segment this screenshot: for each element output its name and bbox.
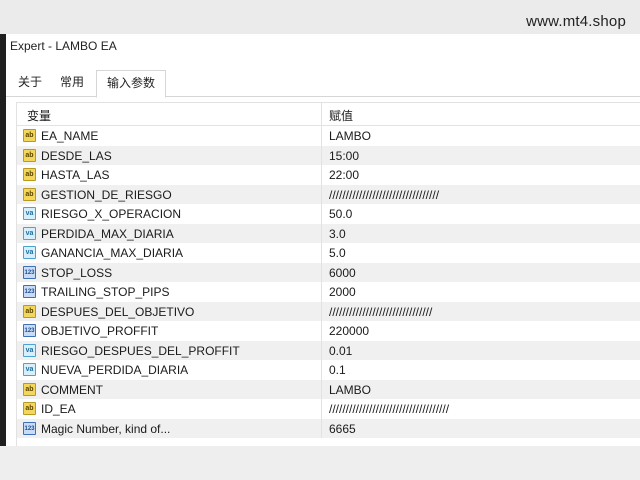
expert-dialog: Expert - LAMBO EA 关于 常用 输入参数 变量 赋值 ab EA_…	[6, 34, 640, 480]
table-row[interactable]: 123 TRAILING_STOP_PIPS 2000	[17, 282, 640, 302]
table-row[interactable]: 123 OBJETIVO_PROFFIT 220000	[17, 321, 640, 341]
cell-divider	[321, 399, 322, 419]
table-row[interactable]: ab DESDE_LAS 15:00	[17, 145, 640, 165]
parameter-name: TRAILING_STOP_PIPS	[41, 285, 170, 299]
table-row[interactable]: ab DESPUES_DEL_OBJETIVO //////////////////…	[17, 301, 640, 321]
table-body: ab EA_NAME LAMBO ab DESDE_LAS 15:00 ab HASTA_LA…	[17, 126, 640, 438]
cell-divider	[321, 243, 322, 263]
table-row[interactable]: 123 STOP_LOSS 6000	[17, 262, 640, 282]
parameter-name: ID_EA	[41, 402, 76, 416]
parameter-value[interactable]: 50.0	[329, 207, 352, 221]
string-param-icon: ab	[23, 304, 36, 318]
cell-divider	[321, 223, 322, 243]
table-row[interactable]: va GANANCIA_MAX_DIARIA 5.0	[17, 243, 640, 263]
string-param-icon: ab	[23, 148, 36, 162]
parameter-value[interactable]: 6000	[329, 266, 356, 280]
cell-divider	[321, 184, 322, 204]
double-param-icon: va	[23, 363, 36, 376]
cell-divider	[321, 379, 322, 399]
double-param-icon: va	[23, 207, 36, 220]
cell-divider	[321, 340, 322, 360]
cell-divider	[321, 360, 322, 380]
parameter-value[interactable]: ////////////////////////////////////	[329, 402, 449, 416]
string-param-icon: ab	[23, 168, 36, 181]
cell-divider	[321, 301, 322, 321]
double-param-icon: va	[23, 343, 36, 357]
cell-divider	[321, 204, 322, 224]
cell-divider	[321, 418, 322, 438]
integer-param-icon: 123	[23, 324, 36, 337]
parameter-name: GANANCIA_MAX_DIARIA	[41, 246, 184, 260]
parameter-value[interactable]: 5.0	[329, 246, 346, 260]
string-param-icon: ab	[23, 402, 36, 415]
parameter-name: DESPUES_DEL_OBJETIVO	[41, 304, 195, 319]
cell-divider	[321, 145, 322, 165]
parameter-name: PERDIDA_MAX_DIARIA	[41, 226, 174, 241]
parameter-name: NUEVA_PERDIDA_DIARIA	[41, 363, 189, 377]
column-header-variable[interactable]: 变量	[27, 107, 51, 124]
cell-divider	[321, 282, 322, 302]
table-row[interactable]: ab ID_EA /////////////////////////////////…	[17, 399, 640, 419]
parameter-value[interactable]: 6665	[329, 422, 356, 436]
column-divider[interactable]	[321, 103, 322, 125]
tab-common[interactable]: 常用	[50, 70, 94, 95]
parameter-name: EA_NAME	[41, 129, 99, 143]
parameters-table: 变量 赋值 ab EA_NAME LAMBO ab DESDE_LAS 15:00 ab HA…	[16, 102, 640, 478]
parameter-value[interactable]: 15:00	[329, 149, 359, 163]
table-row[interactable]: va PERDIDA_MAX_DIARIA 3.0	[17, 223, 640, 243]
parameter-value[interactable]: 22:00	[329, 168, 359, 182]
parameter-value[interactable]: 220000	[329, 324, 369, 338]
parameter-name: COMMENT	[41, 382, 103, 397]
integer-param-icon: 123	[23, 265, 36, 279]
parameter-value[interactable]: 2000	[329, 285, 356, 299]
string-param-icon: ab	[23, 382, 36, 396]
cell-divider	[321, 126, 322, 146]
parameter-name: OBJETIVO_PROFFIT	[41, 324, 159, 338]
parameter-name: RIESGO_X_OPERACION	[41, 207, 182, 221]
parameter-value[interactable]: 0.01	[329, 344, 352, 358]
table-row[interactable]: va RIESGO_X_OPERACION 50.0	[17, 204, 640, 224]
table-header: 变量 赋值	[17, 103, 640, 126]
parameter-value[interactable]: ///////////////////////////////	[329, 305, 432, 319]
double-param-icon: va	[23, 246, 36, 259]
table-row[interactable]: ab EA_NAME LAMBO	[17, 126, 640, 146]
integer-param-icon: 123	[23, 421, 36, 435]
parameter-name: DESDE_LAS	[41, 148, 112, 163]
tab-bar: 关于 常用 输入参数	[6, 70, 640, 98]
parameter-name: RIESGO_DESPUES_DEL_PROFFIT	[41, 343, 240, 358]
bottom-background	[0, 446, 640, 480]
table-row[interactable]: va RIESGO_DESPUES_DEL_PROFFIT 0.01	[17, 340, 640, 360]
table-row[interactable]: va NUEVA_PERDIDA_DIARIA 0.1	[17, 360, 640, 380]
table-row[interactable]: 123 Magic Number, kind of... 6665	[17, 418, 640, 438]
tab-about[interactable]: 关于	[8, 70, 52, 95]
parameter-name: HASTA_LAS	[41, 168, 110, 182]
parameter-value[interactable]: 0.1	[329, 363, 346, 377]
tab-inputs[interactable]: 输入参数	[96, 70, 167, 98]
parameter-value[interactable]: LAMBO	[329, 383, 371, 397]
parameter-value[interactable]: LAMBO	[329, 129, 371, 143]
parameter-name: Magic Number, kind of...	[41, 421, 171, 436]
table-row[interactable]: ab GESTION_DE_RIESGO /////////////////////…	[17, 184, 640, 204]
window-title: Expert - LAMBO EA	[10, 39, 117, 53]
cell-divider	[321, 165, 322, 185]
cell-divider	[321, 262, 322, 282]
string-param-icon: ab	[23, 187, 36, 201]
cell-divider	[321, 321, 322, 341]
watermark-text: www.mt4.shop	[526, 13, 626, 30]
integer-param-icon: 123	[23, 285, 36, 298]
column-header-value[interactable]: 赋值	[329, 107, 353, 124]
parameter-value[interactable]: 3.0	[329, 227, 346, 241]
string-param-icon: ab	[23, 129, 36, 142]
double-param-icon: va	[23, 226, 36, 240]
table-row[interactable]: ab HASTA_LAS 22:00	[17, 165, 640, 185]
parameter-name: STOP_LOSS	[41, 265, 113, 280]
table-row[interactable]: ab COMMENT LAMBO	[17, 379, 640, 399]
parameter-value[interactable]: /////////////////////////////////	[329, 188, 439, 202]
parameter-name: GESTION_DE_RIESGO	[41, 187, 172, 202]
